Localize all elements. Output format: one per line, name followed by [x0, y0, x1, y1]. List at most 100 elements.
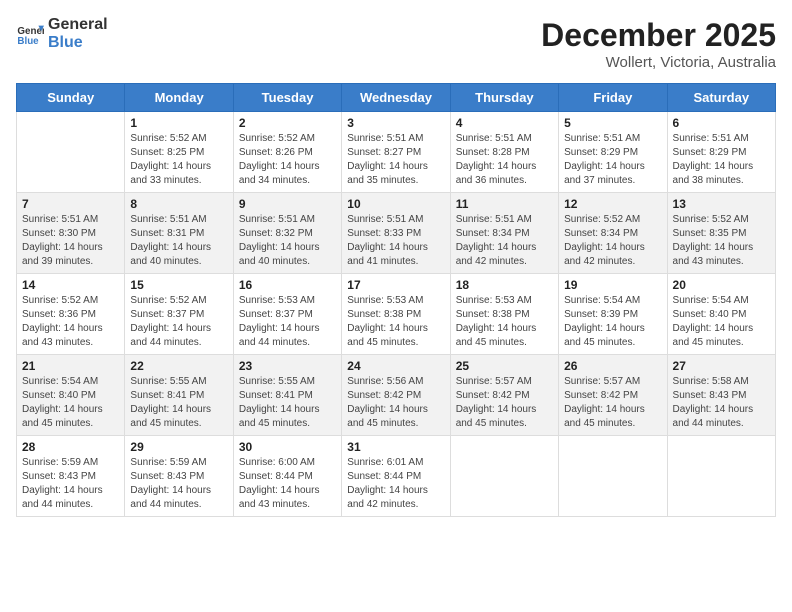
- calendar-cell: 28 Sunrise: 5:59 AM Sunset: 8:43 PM Dayli…: [17, 436, 125, 517]
- day-info: Sunrise: 5:58 AM Sunset: 8:43 PM Dayligh…: [673, 375, 770, 431]
- calendar-cell: 29Sunrise: 5:59 AM Sunset: 8:43 PM Dayli…: [125, 436, 233, 517]
- day-number: 1: [130, 116, 227, 130]
- calendar-cell: [667, 436, 775, 517]
- day-info: Sunrise: 5:51 AM Sunset: 8:29 PM Dayligh…: [564, 132, 661, 188]
- day-info: Sunrise: 5:51 AM Sunset: 8:31 PM Dayligh…: [130, 213, 227, 269]
- calendar-cell: 18 Sunrise: 5:53 AM Sunset: 8:38 PM Dayli…: [450, 274, 558, 355]
- calendar-header-friday: Friday: [559, 84, 667, 112]
- calendar-cell: 15 Sunrise: 5:52 AM Sunset: 8:37 PM Dayli…: [125, 274, 233, 355]
- day-number: 29: [130, 440, 227, 454]
- calendar-table: SundayMondayTuesdayWednesdayThursdayFrid…: [16, 83, 776, 517]
- day-number: 27: [673, 359, 770, 373]
- calendar-cell: 11 Sunrise: 5:51 AM Sunset: 8:34 PM Dayli…: [450, 193, 558, 274]
- calendar-cell: 23Sunrise: 5:55 AM Sunset: 8:41 PM Dayli…: [233, 355, 341, 436]
- calendar-cell: [559, 436, 667, 517]
- day-info: Sunrise: 5:52 AM Sunset: 8:37 PM Dayligh…: [130, 294, 227, 350]
- day-number: 21: [22, 359, 119, 373]
- calendar-header-thursday: Thursday: [450, 84, 558, 112]
- day-number: 7: [22, 197, 119, 211]
- day-number: 2: [239, 116, 336, 130]
- day-info: Sunrise: 5:51 AM Sunset: 8:28 PM Dayligh…: [456, 132, 553, 188]
- day-info: Sunrise: 6:01 AM Sunset: 8:44 PM Dayligh…: [347, 456, 444, 512]
- day-number: 15: [130, 278, 227, 292]
- calendar-week-row: 21Sunrise: 5:54 AM Sunset: 8:40 PM Dayli…: [17, 355, 776, 436]
- day-number: 28: [22, 440, 119, 454]
- calendar-header-tuesday: Tuesday: [233, 84, 341, 112]
- calendar-cell: 12 Sunrise: 5:52 AM Sunset: 8:34 PM Dayli…: [559, 193, 667, 274]
- day-number: 26: [564, 359, 661, 373]
- calendar-cell: 7 Sunrise: 5:51 AM Sunset: 8:30 PM Daylig…: [17, 193, 125, 274]
- day-info: Sunrise: 5:55 AM Sunset: 8:41 PM Dayligh…: [239, 375, 336, 431]
- day-info: Sunrise: 5:52 AM Sunset: 8:26 PM Dayligh…: [239, 132, 336, 188]
- day-number: 4: [456, 116, 553, 130]
- day-info: Sunrise: 5:52 AM Sunset: 8:34 PM Dayligh…: [564, 213, 661, 269]
- day-number: 9: [239, 197, 336, 211]
- calendar-cell: 19 Sunrise: 5:54 AM Sunset: 8:39 PM Dayli…: [559, 274, 667, 355]
- day-number: 10: [347, 197, 444, 211]
- logo-general-text: General: [48, 16, 108, 34]
- day-info: Sunrise: 5:51 AM Sunset: 8:34 PM Dayligh…: [456, 213, 553, 269]
- calendar-cell: 6Sunrise: 5:51 AM Sunset: 8:29 PM Daylig…: [667, 112, 775, 193]
- calendar-cell: 22 Sunrise: 5:55 AM Sunset: 8:41 PM Dayli…: [125, 355, 233, 436]
- calendar-cell: 20Sunrise: 5:54 AM Sunset: 8:40 PM Dayli…: [667, 274, 775, 355]
- day-info: Sunrise: 5:56 AM Sunset: 8:42 PM Dayligh…: [347, 375, 444, 431]
- day-info: Sunrise: 5:54 AM Sunset: 8:39 PM Dayligh…: [564, 294, 661, 350]
- day-number: 18: [456, 278, 553, 292]
- day-number: 31: [347, 440, 444, 454]
- day-number: 14: [22, 278, 119, 292]
- day-info: Sunrise: 5:59 AM Sunset: 8:43 PM Dayligh…: [22, 456, 119, 512]
- calendar-cell: 10 Sunrise: 5:51 AM Sunset: 8:33 PM Dayli…: [342, 193, 450, 274]
- day-number: 22: [130, 359, 227, 373]
- day-number: 5: [564, 116, 661, 130]
- calendar-cell: 9 Sunrise: 5:51 AM Sunset: 8:32 PM Daylig…: [233, 193, 341, 274]
- page-title: December 2025: [541, 16, 776, 54]
- day-number: 11: [456, 197, 553, 211]
- day-number: 12: [564, 197, 661, 211]
- calendar-header-row: SundayMondayTuesdayWednesdayThursdayFrid…: [17, 84, 776, 112]
- day-info: Sunrise: 5:52 AM Sunset: 8:25 PM Dayligh…: [130, 132, 227, 188]
- svg-text:Blue: Blue: [17, 35, 39, 46]
- calendar-week-row: 14Sunrise: 5:52 AM Sunset: 8:36 PM Dayli…: [17, 274, 776, 355]
- calendar-cell: 2 Sunrise: 5:52 AM Sunset: 8:26 PM Daylig…: [233, 112, 341, 193]
- day-info: Sunrise: 5:51 AM Sunset: 8:32 PM Dayligh…: [239, 213, 336, 269]
- title-area: December 2025 Wollert, Victoria, Austral…: [541, 16, 776, 71]
- day-info: Sunrise: 5:57 AM Sunset: 8:42 PM Dayligh…: [564, 375, 661, 431]
- day-number: 25: [456, 359, 553, 373]
- calendar-cell: 17Sunrise: 5:53 AM Sunset: 8:38 PM Dayli…: [342, 274, 450, 355]
- calendar-week-row: 1 Sunrise: 5:52 AM Sunset: 8:25 PM Daylig…: [17, 112, 776, 193]
- calendar-cell: 13 Sunrise: 5:52 AM Sunset: 8:35 PM Dayli…: [667, 193, 775, 274]
- calendar-cell: 14Sunrise: 5:52 AM Sunset: 8:36 PM Dayli…: [17, 274, 125, 355]
- day-info: Sunrise: 5:53 AM Sunset: 8:37 PM Dayligh…: [239, 294, 336, 350]
- calendar-cell: 8 Sunrise: 5:51 AM Sunset: 8:31 PM Daylig…: [125, 193, 233, 274]
- calendar-header-sunday: Sunday: [17, 84, 125, 112]
- day-info: Sunrise: 5:51 AM Sunset: 8:30 PM Dayligh…: [22, 213, 119, 269]
- calendar-header-monday: Monday: [125, 84, 233, 112]
- calendar-cell: 27 Sunrise: 5:58 AM Sunset: 8:43 PM Dayli…: [667, 355, 775, 436]
- calendar-cell: 24 Sunrise: 5:56 AM Sunset: 8:42 PM Dayli…: [342, 355, 450, 436]
- day-number: 20: [673, 278, 770, 292]
- day-number: 30: [239, 440, 336, 454]
- header: General Blue General Blue December 2025 …: [16, 16, 776, 71]
- calendar-cell: 16Sunrise: 5:53 AM Sunset: 8:37 PM Dayli…: [233, 274, 341, 355]
- logo: General Blue General Blue: [16, 16, 108, 51]
- day-number: 13: [673, 197, 770, 211]
- day-number: 19: [564, 278, 661, 292]
- day-info: Sunrise: 5:53 AM Sunset: 8:38 PM Dayligh…: [347, 294, 444, 350]
- calendar-cell: 30 Sunrise: 6:00 AM Sunset: 8:44 PM Dayli…: [233, 436, 341, 517]
- day-info: Sunrise: 6:00 AM Sunset: 8:44 PM Dayligh…: [239, 456, 336, 512]
- day-info: Sunrise: 5:53 AM Sunset: 8:38 PM Dayligh…: [456, 294, 553, 350]
- logo-blue-text: Blue: [48, 34, 108, 52]
- calendar-week-row: 28 Sunrise: 5:59 AM Sunset: 8:43 PM Dayli…: [17, 436, 776, 517]
- day-info: Sunrise: 5:52 AM Sunset: 8:35 PM Dayligh…: [673, 213, 770, 269]
- calendar-cell: 4 Sunrise: 5:51 AM Sunset: 8:28 PM Daylig…: [450, 112, 558, 193]
- calendar-cell: 31 Sunrise: 6:01 AM Sunset: 8:44 PM Dayli…: [342, 436, 450, 517]
- calendar-header-saturday: Saturday: [667, 84, 775, 112]
- day-number: 24: [347, 359, 444, 373]
- day-number: 3: [347, 116, 444, 130]
- calendar-cell: 25Sunrise: 5:57 AM Sunset: 8:42 PM Dayli…: [450, 355, 558, 436]
- day-info: Sunrise: 5:51 AM Sunset: 8:33 PM Dayligh…: [347, 213, 444, 269]
- calendar-cell: 5 Sunrise: 5:51 AM Sunset: 8:29 PM Daylig…: [559, 112, 667, 193]
- day-info: Sunrise: 5:51 AM Sunset: 8:29 PM Dayligh…: [673, 132, 770, 188]
- day-number: 8: [130, 197, 227, 211]
- day-info: Sunrise: 5:55 AM Sunset: 8:41 PM Dayligh…: [130, 375, 227, 431]
